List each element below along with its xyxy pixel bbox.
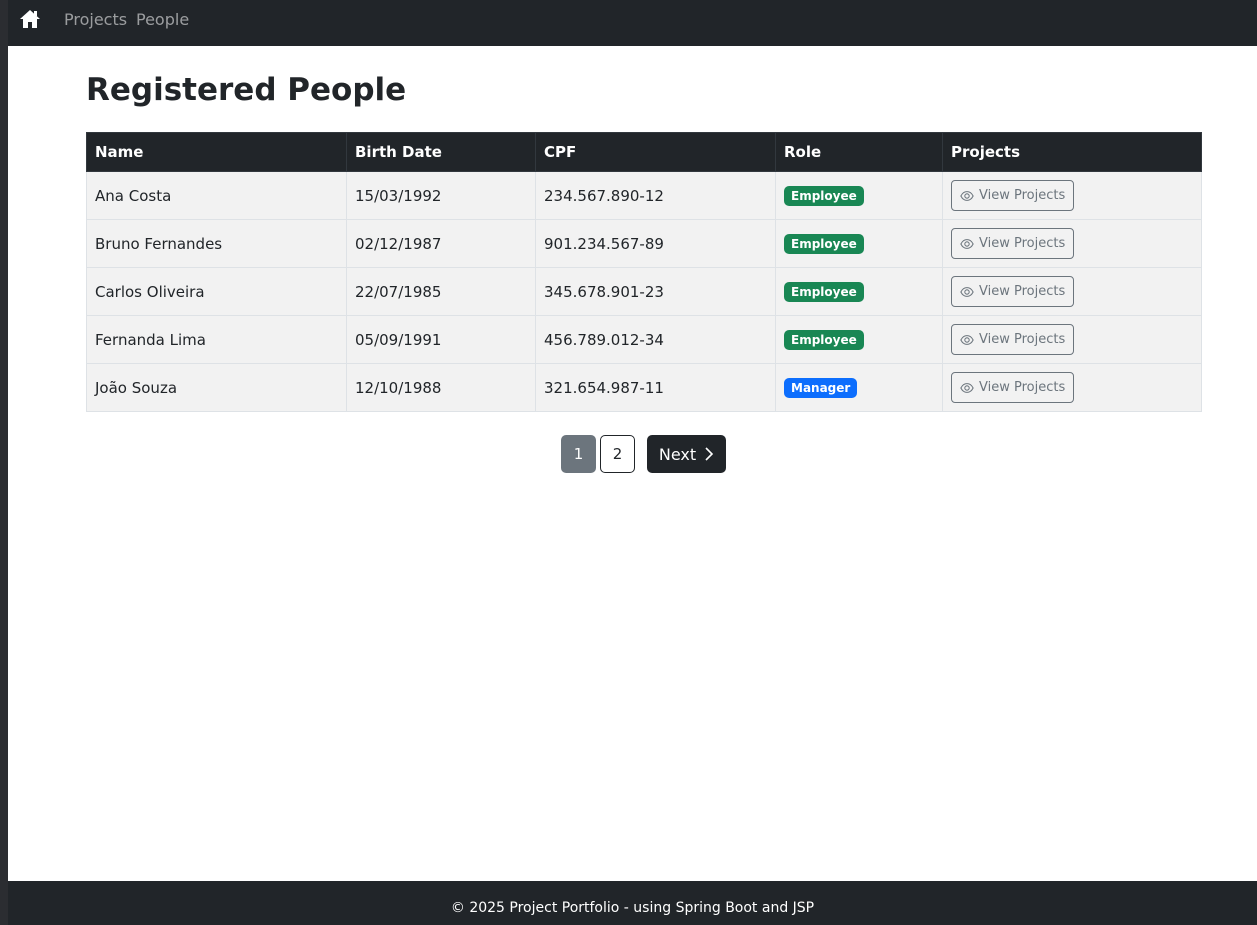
cell-name: Carlos Oliveira	[86, 267, 347, 316]
table-header-row: Name Birth Date CPF Role Projects	[86, 132, 1202, 172]
column-header-name: Name	[86, 132, 347, 172]
cell-cpf: 456.789.012-34	[535, 315, 776, 364]
cell-role: Manager	[775, 363, 943, 412]
role-badge: Employee	[784, 281, 864, 302]
view-projects-button[interactable]: View Projects	[951, 372, 1075, 403]
view-projects-button[interactable]: View Projects	[951, 324, 1075, 355]
cell-name: Bruno Fernandes	[86, 219, 347, 268]
table-row: João Souza 12/10/1988 321.654.987-11 Man…	[86, 363, 1202, 412]
cell-name: Fernanda Lima	[86, 315, 347, 364]
role-badge: Employee	[784, 185, 864, 206]
navbar: Projects People	[8, 0, 1257, 46]
column-header-role: Role	[775, 132, 943, 172]
page-title: Registered People	[86, 72, 407, 108]
view-projects-label: View Projects	[979, 188, 1066, 203]
next-page-label: Next	[658, 444, 697, 464]
table-row: Bruno Fernandes 02/12/1987 901.234.567-8…	[86, 219, 1202, 268]
view-projects-label: View Projects	[979, 284, 1066, 299]
cell-cpf: 321.654.987-11	[535, 363, 776, 412]
eye-icon	[960, 382, 974, 393]
table-row: Ana Costa 15/03/1992 234.567.890-12 Empl…	[86, 171, 1202, 220]
column-header-cpf: CPF	[535, 132, 776, 172]
eye-icon	[960, 190, 974, 201]
view-projects-label: View Projects	[979, 380, 1066, 395]
table-row: Fernanda Lima 05/09/1991 456.789.012-34 …	[86, 315, 1202, 364]
role-badge: Employee	[784, 329, 864, 350]
cell-projects: View Projects	[942, 267, 1202, 316]
cell-cpf: 901.234.567-89	[535, 219, 776, 268]
cell-birth-date: 02/12/1987	[346, 219, 536, 268]
nav-link-people[interactable]: People	[136, 10, 189, 29]
column-header-projects: Projects	[942, 132, 1202, 172]
cell-name: João Souza	[86, 363, 347, 412]
eye-icon	[960, 238, 974, 249]
home-icon[interactable]	[19, 8, 41, 30]
cell-birth-date: 12/10/1988	[346, 363, 536, 412]
view-projects-button[interactable]: View Projects	[951, 180, 1075, 211]
role-badge: Employee	[784, 233, 864, 254]
role-badge: Manager	[784, 377, 858, 398]
cell-projects: View Projects	[942, 171, 1202, 220]
chevron-right-icon	[705, 447, 714, 461]
cell-name: Ana Costa	[86, 171, 347, 220]
cell-role: Employee	[775, 267, 943, 316]
cell-birth-date: 15/03/1992	[346, 171, 536, 220]
cell-role: Employee	[775, 219, 943, 268]
table-row: Carlos Oliveira 22/07/1985 345.678.901-2…	[86, 267, 1202, 316]
cell-cpf: 234.567.890-12	[535, 171, 776, 220]
view-projects-label: View Projects	[979, 236, 1066, 251]
nav-link-projects[interactable]: Projects	[64, 10, 127, 29]
cell-cpf: 345.678.901-23	[535, 267, 776, 316]
cell-projects: View Projects	[942, 363, 1202, 412]
people-table: Name Birth Date CPF Role Projects Ana Co…	[86, 132, 1202, 412]
window-edge	[0, 0, 8, 925]
footer: © 2025 Project Portfolio - using Spring …	[8, 881, 1257, 925]
view-projects-label: View Projects	[979, 332, 1066, 347]
view-projects-button[interactable]: View Projects	[951, 276, 1075, 307]
eye-icon	[960, 334, 974, 345]
cell-role: Employee	[775, 171, 943, 220]
column-header-birth-date: Birth Date	[346, 132, 536, 172]
view-projects-button[interactable]: View Projects	[951, 228, 1075, 259]
cell-birth-date: 22/07/1985	[346, 267, 536, 316]
eye-icon	[960, 286, 974, 297]
page-button-2[interactable]: 2	[600, 435, 635, 473]
cell-birth-date: 05/09/1991	[346, 315, 536, 364]
cell-role: Employee	[775, 315, 943, 364]
cell-projects: View Projects	[942, 315, 1202, 364]
next-page-button[interactable]: Next	[647, 435, 726, 473]
page-button-1[interactable]: 1	[561, 435, 596, 473]
footer-text: © 2025 Project Portfolio - using Spring …	[450, 900, 815, 916]
cell-projects: View Projects	[942, 219, 1202, 268]
